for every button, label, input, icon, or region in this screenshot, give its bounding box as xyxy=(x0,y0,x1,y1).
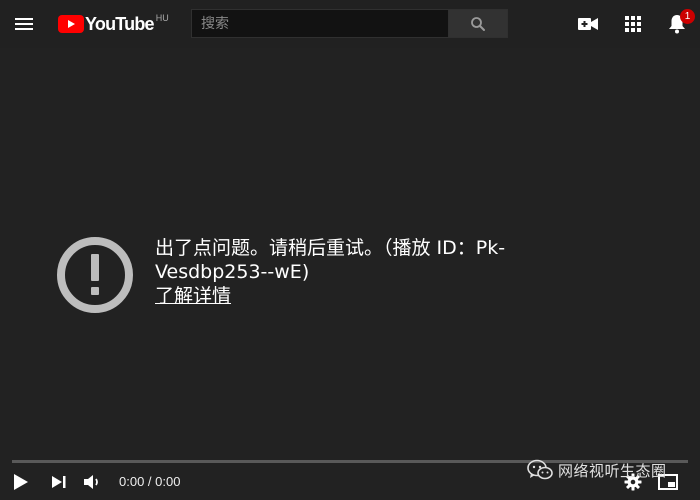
error-message-line-2: Vesdbp253--wE) xyxy=(155,261,310,283)
error-message-block: 出了点问题。请稍后重试。（播放 ID：Pk- Vesdbp253--wE) 了解… xyxy=(155,236,575,308)
video-camera-icon xyxy=(578,18,598,30)
play-icon xyxy=(14,474,28,490)
next-button[interactable] xyxy=(46,470,72,494)
time-display: 0:00 / 0:00 xyxy=(119,474,181,489)
region-code: HU xyxy=(155,13,169,23)
brand-name: YouTube xyxy=(85,14,155,34)
wechat-icon xyxy=(527,459,553,480)
next-icon xyxy=(52,476,66,488)
create-video-button[interactable] xyxy=(576,12,600,36)
youtube-play-logo-icon xyxy=(58,15,84,33)
volume-icon xyxy=(84,475,98,489)
notification-badge[interactable]: 1 xyxy=(680,9,695,24)
learn-more-link[interactable]: 了解详情 xyxy=(155,284,231,308)
wechat-watermark: 网络视听生态圈 xyxy=(527,457,667,483)
exclamation-circle-icon xyxy=(57,237,133,313)
search-bar xyxy=(191,9,508,38)
apps-grid-icon xyxy=(625,16,641,32)
search-icon xyxy=(471,16,485,31)
error-message-line-1: 出了点问题。请稍后重试。（播放 ID：Pk- xyxy=(155,237,506,259)
youtube-logo[interactable]: YouTube HU xyxy=(58,12,169,36)
volume-button[interactable] xyxy=(80,470,106,494)
play-button[interactable] xyxy=(8,470,34,494)
hamburger-icon[interactable] xyxy=(12,12,36,36)
watermark-text: 网络视听生态圈 xyxy=(558,461,667,480)
apps-button[interactable] xyxy=(621,12,645,36)
search-button[interactable] xyxy=(448,9,508,38)
top-bar: YouTube HU 搜索 1 xyxy=(0,0,700,48)
search-input[interactable] xyxy=(191,9,448,38)
